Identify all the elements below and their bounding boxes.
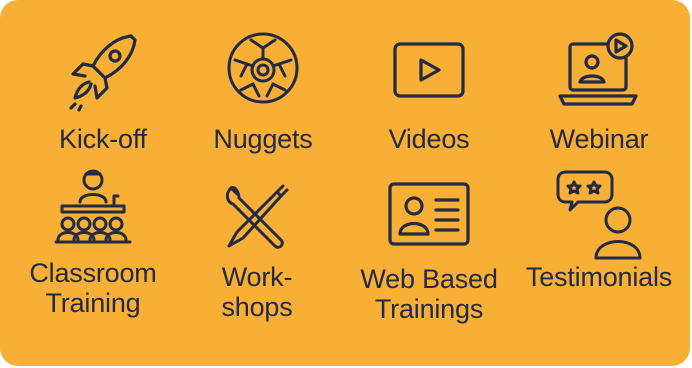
label-line: Testimonials — [525, 262, 673, 292]
tile-classroom-training: Classroom Training — [8, 166, 178, 318]
label-line: Videos — [388, 124, 470, 154]
classroom-icon — [54, 169, 132, 244]
video-play-icon — [393, 42, 465, 98]
testimonial-icon — [556, 170, 642, 260]
tile-label: Nuggets — [178, 124, 348, 154]
rocket-icon — [69, 34, 137, 112]
tile-label: Work- shops — [172, 262, 342, 322]
tile-nuggets: Nuggets — [178, 28, 348, 154]
tile-label: Kick-off — [18, 124, 188, 154]
tile-label: Videos — [344, 124, 514, 154]
tile-label: Webinar — [514, 124, 684, 154]
tile-testimonials: Testimonials — [514, 166, 684, 292]
webinar-laptop-icon — [558, 32, 638, 106]
tile-web-based-trainings: Web Based Trainings — [344, 172, 514, 324]
training-formats-panel: Kick-off Nuggets Videos Webinar Classroo… — [0, 0, 690, 366]
label-line: Web Based — [360, 264, 498, 294]
label-line: Webinar — [549, 124, 649, 154]
tile-webinar: Webinar — [514, 28, 684, 154]
tile-label: Testimonials — [514, 262, 684, 292]
tools-icon — [225, 184, 289, 249]
label-line: Classroom — [29, 258, 157, 288]
id-card-icon — [388, 182, 470, 246]
label-line: Trainings — [374, 294, 484, 324]
nuggets-icon — [227, 32, 299, 104]
tile-workshops: Work- shops — [172, 176, 342, 322]
tile-label: Classroom Training — [8, 258, 178, 318]
label-line: Kick-off — [59, 124, 147, 154]
tile-videos: Videos — [344, 28, 514, 154]
label-line: shops — [221, 292, 293, 322]
label-line: Training — [45, 288, 141, 318]
tile-kick-off: Kick-off — [18, 28, 188, 154]
tile-label: Web Based Trainings — [344, 264, 514, 324]
label-line: Work- — [221, 262, 293, 292]
label-line: Nuggets — [213, 124, 313, 154]
